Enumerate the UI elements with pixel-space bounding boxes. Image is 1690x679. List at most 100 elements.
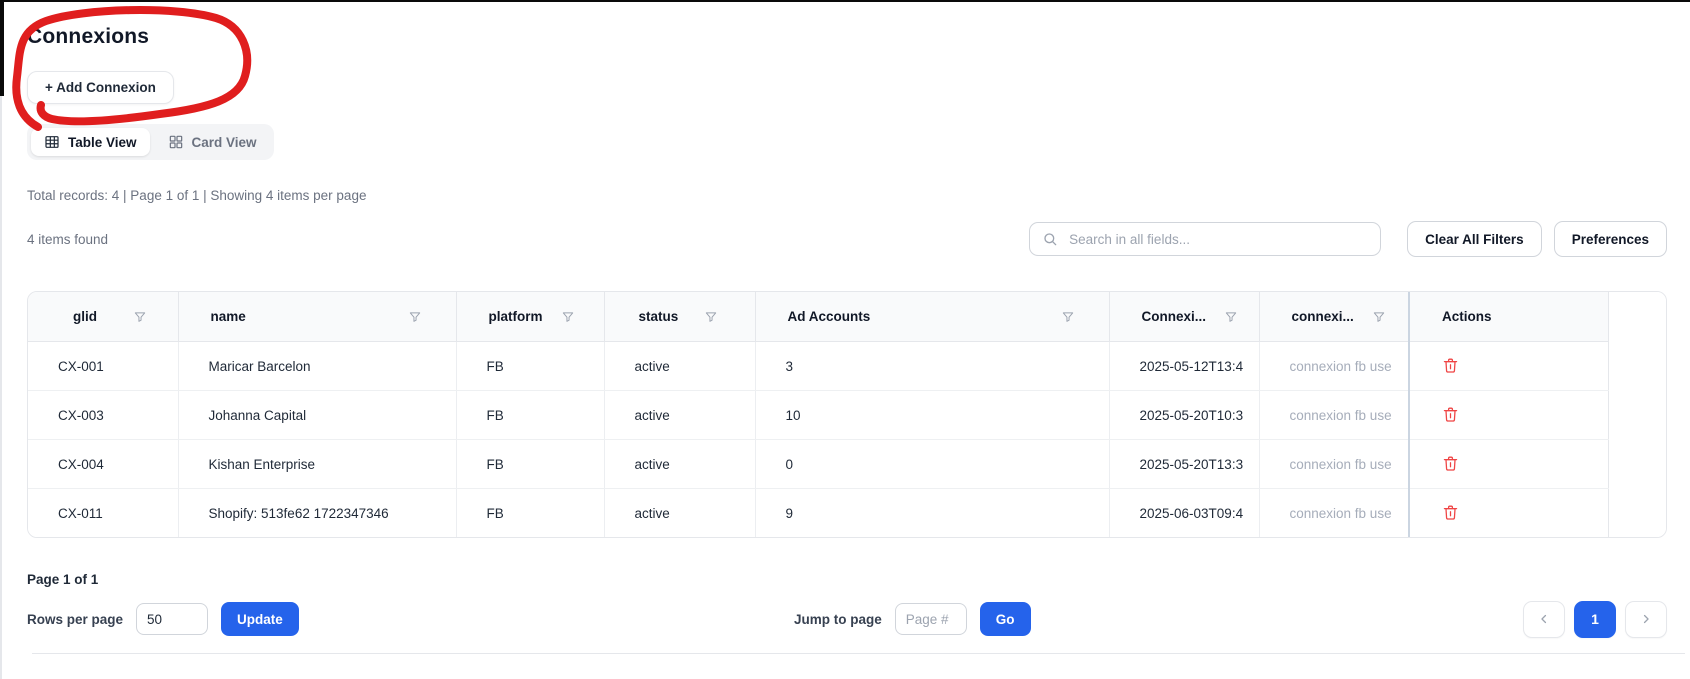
cell-platform: FB [455, 341, 604, 391]
cell-ad_accounts: 3 [754, 341, 1109, 391]
cell-platform: FB [455, 439, 604, 489]
cell-status: active [603, 341, 755, 391]
filter-funnel-icon[interactable] [1061, 310, 1075, 324]
cell-platform: FB [455, 390, 604, 440]
column-label: platform [488, 309, 543, 324]
column-header-name[interactable]: name [177, 292, 456, 342]
table-view-icon [44, 134, 60, 150]
cell-ad_accounts: 10 [754, 390, 1109, 440]
cell-connexion_note: connexion fb use [1258, 390, 1409, 440]
cell-status: active [603, 439, 755, 489]
prev-page-button[interactable] [1523, 600, 1565, 638]
delete-row-button[interactable] [1440, 453, 1461, 474]
table-body: CX-001 Maricar Barcelon FB active 3 2025-05-1… [28, 341, 1666, 537]
rows-per-page-input[interactable] [136, 603, 209, 635]
filter-funnel-icon[interactable] [704, 310, 718, 324]
cell-actions [1408, 341, 1608, 391]
screen-artifact-top-line [0, 0, 1690, 2]
cell-name: Johanna Capital [177, 390, 456, 440]
trash-icon [1443, 456, 1458, 471]
view-toggle: Table View Card View [27, 124, 274, 160]
filter-funnel-icon[interactable] [1372, 310, 1386, 324]
column-label: connexi... [1291, 309, 1354, 324]
update-button[interactable]: Update [221, 602, 299, 636]
chevron-left-icon [1537, 612, 1551, 626]
trash-icon [1443, 407, 1458, 422]
trash-icon [1443, 505, 1458, 520]
filter-funnel-icon[interactable] [408, 310, 422, 324]
cell-connexion_date: 2025-05-20T13:3 [1108, 439, 1259, 489]
cell-name: Kishan Enterprise [177, 439, 456, 489]
table-view-label: Table View [68, 134, 137, 150]
toolbar-row: 4 items found Clear All Filters Preferen… [27, 221, 1667, 257]
page-number-button[interactable]: 1 [1574, 600, 1616, 638]
bottom-divider [32, 653, 1685, 654]
chevron-right-icon [1639, 612, 1653, 626]
page-title: Connexions [27, 25, 150, 48]
trash-icon [1443, 358, 1458, 373]
column-header-actions[interactable]: Actions [1408, 292, 1608, 342]
column-label: name [210, 309, 246, 324]
footer-controls: Rows per page Update Jump to page Go 1 [27, 600, 1667, 638]
cell-connexion_note: connexion fb use [1258, 341, 1409, 391]
preferences-button[interactable]: Preferences [1553, 221, 1667, 257]
column-header-status[interactable]: status [603, 292, 755, 342]
search-input[interactable] [1067, 230, 1369, 248]
add-connexion-button[interactable]: + Add Connexion [27, 71, 174, 104]
cell-ad_accounts: 9 [754, 488, 1109, 537]
cell-status: active [603, 390, 755, 440]
column-header-glid[interactable]: glid [28, 292, 178, 342]
cell-glid: CX-001 [28, 341, 178, 391]
filter-funnel-icon[interactable] [133, 310, 147, 324]
search-box[interactable] [1029, 222, 1382, 256]
cell-actions [1408, 488, 1608, 537]
cell-glid: CX-003 [28, 390, 178, 440]
cell-connexion_date: 2025-05-20T10:3 [1108, 390, 1259, 440]
column-header-connexion_note[interactable]: connexi... [1258, 292, 1409, 342]
table-filler-column [1607, 292, 1666, 342]
cell-glid: CX-011 [28, 488, 178, 537]
cell-actions [1408, 390, 1608, 440]
records-summary: Total records: 4 | Page 1 of 1 | Showing… [27, 188, 367, 203]
go-button[interactable]: Go [979, 602, 1031, 636]
table-filler-cell [1607, 488, 1666, 537]
clear-all-filters-button[interactable]: Clear All Filters [1407, 221, 1542, 257]
cell-connexion_note: connexion fb use [1258, 488, 1409, 537]
table-row: CX-011 Shopify: 513fe62 1722347346 FB activ… [28, 488, 1666, 537]
table-header-row: glid name platform status Ad Accounts Connexi… [28, 292, 1666, 342]
cell-platform: FB [455, 488, 604, 537]
jump-to-page-group: Jump to page Go [794, 600, 1031, 638]
tab-table-view[interactable]: Table View [31, 128, 150, 156]
table-row: CX-004 Kishan Enterprise FB active 0 2025-05-… [28, 439, 1666, 489]
pagination: 1 [1523, 600, 1667, 638]
connexions-table: glid name platform status Ad Accounts Connexi… [27, 291, 1667, 538]
column-header-platform[interactable]: platform [455, 292, 604, 342]
cell-glid: CX-004 [28, 439, 178, 489]
filter-funnel-icon[interactable] [1224, 310, 1238, 324]
delete-row-button[interactable] [1440, 355, 1461, 376]
column-label: Connexi... [1141, 309, 1207, 324]
next-page-button[interactable] [1625, 600, 1667, 638]
column-label: status [638, 309, 679, 324]
tab-card-view[interactable]: Card View [155, 128, 270, 156]
column-label: Ad Accounts [787, 309, 871, 324]
filter-funnel-icon[interactable] [561, 310, 575, 324]
card-view-label: Card View [191, 134, 257, 150]
table-filler-cell [1607, 390, 1666, 440]
cell-actions [1408, 439, 1608, 489]
table-filler-cell [1607, 341, 1666, 391]
delete-row-button[interactable] [1440, 404, 1461, 425]
search-icon [1042, 231, 1058, 247]
cell-name: Shopify: 513fe62 1722347346 [177, 488, 456, 537]
jump-page-input[interactable] [894, 603, 967, 635]
card-view-icon [168, 134, 184, 150]
cell-connexion_note: connexion fb use [1258, 439, 1409, 489]
delete-row-button[interactable] [1440, 502, 1461, 523]
screen-artifact-left-bar [0, 0, 4, 96]
column-header-ad_accounts[interactable]: Ad Accounts [754, 292, 1109, 342]
page-info-label: Page 1 of 1 [27, 572, 99, 587]
column-header-connexion_date[interactable]: Connexi... [1108, 292, 1259, 342]
cell-connexion_date: 2025-06-03T09:4 [1108, 488, 1259, 537]
jump-to-page-label: Jump to page [794, 611, 882, 627]
cell-name: Maricar Barcelon [177, 341, 456, 391]
